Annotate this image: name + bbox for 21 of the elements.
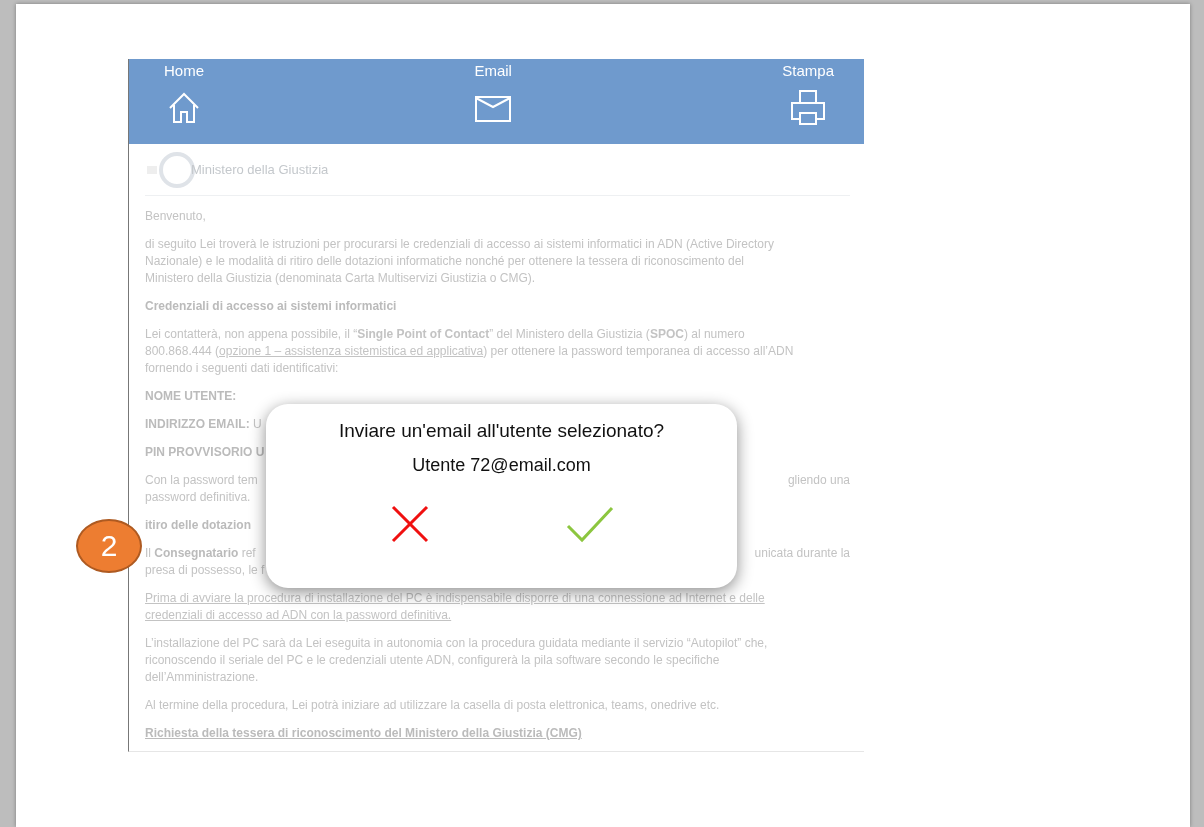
heading-text: Credenziali di accesso ai sistemi informatici [145,298,398,315]
heading-text: NOME UTENTE: [145,388,238,405]
confirm-button[interactable] [565,504,614,544]
partial-text: itiro delle dotazion [145,517,251,534]
dialog-question: Inviare un'email all'utente selezionato? [338,419,665,443]
recipient-text: Utente 72@email.com [412,454,591,477]
section-heading: Richiesta della tessera di riconoscimento del Ministero della Giustizia (CMG) [145,725,583,742]
nav-label[interactable]: Email [474,62,512,80]
partial-text: unicata durante la [754,545,850,562]
partial-text: gliendo una [787,472,850,489]
nav-label[interactable]: Stampa [782,62,834,80]
partial-text: Il Consegnatario ref [145,545,256,562]
logo-text: Ministero della Giustizia [191,162,329,177]
partial-text: Con la password tem [145,472,258,489]
cancel-button[interactable] [389,504,430,544]
paragraph-text: Benvenuto, [145,208,207,225]
partial-text: PIN PROVVISORIO U [145,444,265,461]
partial-text: INDIRIZZO EMAIL: U [145,416,262,433]
partial-text: password definitiva. [145,489,251,506]
nav-label[interactable]: Home [164,62,204,80]
text-link[interactable]: opzione 1 – assistenza sistemistica ed applicativa [219,344,484,358]
